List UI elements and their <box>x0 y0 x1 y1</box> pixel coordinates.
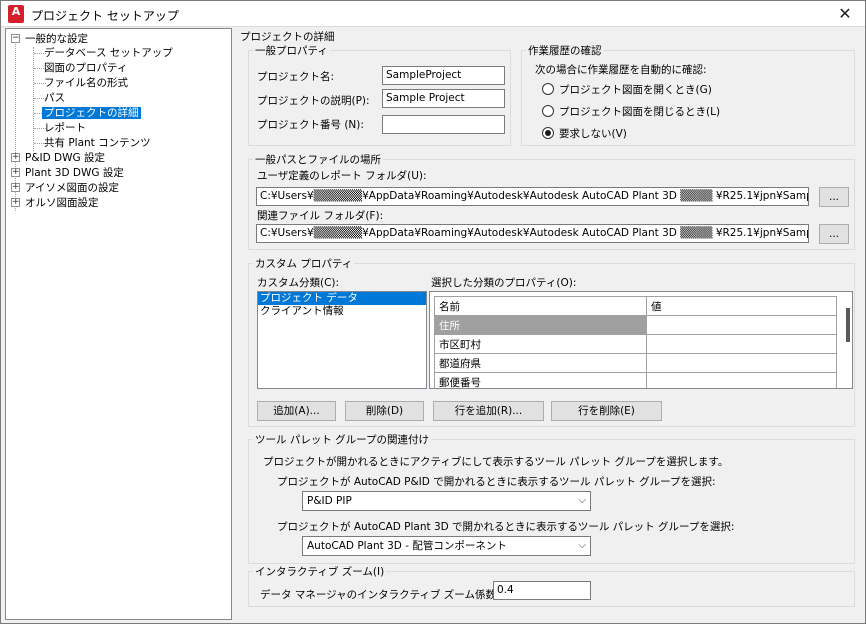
tree-node-pid-settings[interactable]: P&ID DWG 設定 <box>23 151 107 165</box>
project-number-label: プロジェクト番号 (N): <box>257 119 364 131</box>
close-icon[interactable]: ✕ <box>833 3 857 25</box>
autocad-app-icon: A <box>8 5 24 23</box>
tree-node-plant3d-settings[interactable]: Plant 3D DWG 設定 <box>23 166 126 180</box>
browse-report-folder-button[interactable]: ... <box>819 187 849 207</box>
table-row[interactable]: 都道府県 <box>434 353 647 373</box>
pid-palette-label: プロジェクトが AutoCAD P&ID で開かれるときに表示するツール パレッ… <box>277 476 716 488</box>
table-cell[interactable] <box>646 334 837 354</box>
tree-node-ortho-settings[interactable]: オルソ図面設定 <box>23 196 101 210</box>
add-row-button[interactable]: 行を追加(R)... <box>433 401 544 421</box>
list-item[interactable]: クライアント情報 <box>258 305 426 318</box>
delete-category-button[interactable]: 削除(D) <box>345 401 424 421</box>
group-title: カスタム プロパティ <box>253 256 355 271</box>
group-title: ツール パレット グループの関連付け <box>253 432 432 447</box>
table-row[interactable]: 市区町村 <box>434 334 647 354</box>
report-folder-label: ユーザ定義のレポート フォルダ(U): <box>257 170 427 182</box>
tree-node-reports[interactable]: レポート <box>42 121 88 135</box>
tree-node-iso-settings[interactable]: アイソメ図面の設定 <box>23 181 121 195</box>
project-description-label: プロジェクトの説明(P): <box>257 95 370 107</box>
project-name-label: プロジェクト名: <box>257 71 335 83</box>
table-row[interactable]: 郵便番号 <box>434 372 647 388</box>
custom-category-list[interactable]: プロジェクト データ クライアント情報 <box>257 291 427 389</box>
browse-related-folder-button[interactable]: ... <box>819 224 849 244</box>
history-prompt: 次の場合に作業履歴を自動的に確認: <box>535 64 707 76</box>
project-setup-window: A プロジェクト セットアップ ✕ − 一般的な設定 データベース セットアップ… <box>0 0 866 624</box>
selected-props-label: 選択した分類のプロパティ(O): <box>431 277 577 289</box>
project-name-field[interactable]: SampleProject <box>382 66 505 85</box>
tree-node-drawing-properties[interactable]: 図面のプロパティ <box>42 61 129 75</box>
title-bar: A プロジェクト セットアップ ✕ <box>1 1 865 27</box>
table-cell[interactable] <box>646 315 837 335</box>
expand-icon[interactable]: + <box>11 168 20 177</box>
custom-category-label: カスタム分類(C): <box>257 277 340 289</box>
related-folder-label: 関連ファイル フォルダ(F): <box>257 210 384 222</box>
expand-icon[interactable]: + <box>11 198 20 207</box>
tree-node-project-details[interactable]: プロジェクトの詳細 <box>42 106 141 120</box>
tree-node-database-setup[interactable]: データベース セットアップ <box>42 46 175 60</box>
table-cell[interactable] <box>646 372 837 388</box>
expand-icon[interactable]: + <box>11 153 20 162</box>
add-category-button[interactable]: 追加(A)... <box>257 401 336 421</box>
collapse-icon[interactable]: − <box>11 34 20 43</box>
tree-node-shared-content[interactable]: 共有 Plant コンテンツ <box>42 136 153 150</box>
group-title: 作業履歴の確認 <box>526 43 604 58</box>
table-cell[interactable] <box>646 353 837 373</box>
pid-palette-value: P&ID PIP <box>307 495 352 507</box>
chevron-down-icon[interactable]: ⌵ <box>578 492 586 510</box>
window-title: プロジェクト セットアップ <box>31 9 179 23</box>
report-folder-field[interactable]: C:¥Users¥▒▒▒▒▒▒¥AppData¥Roaming¥Autodesk… <box>256 187 809 206</box>
related-folder-field[interactable]: C:¥Users¥▒▒▒▒▒▒¥AppData¥Roaming¥Autodesk… <box>256 224 809 243</box>
plant-palette-label: プロジェクトが AutoCAD Plant 3D で開かれるときに表示するツール… <box>277 521 735 533</box>
group-title: インタラクティブ ズーム(I) <box>253 564 387 579</box>
grid-scrollbar[interactable] <box>846 308 850 342</box>
project-description-field[interactable]: Sample Project <box>382 89 505 108</box>
zoom-factor-field[interactable]: 0.4 <box>493 581 591 600</box>
col-value-header: 値 <box>646 296 837 316</box>
radio-never[interactable] <box>542 127 554 139</box>
radio-close-drawing-label[interactable]: プロジェクト図面を閉じるとき(L) <box>559 104 720 119</box>
plant-palette-select[interactable]: AutoCAD Plant 3D - 配管コンポーネント ⌵ <box>302 536 591 556</box>
group-title: 一般パスとファイルの場所 <box>253 152 383 167</box>
table-row[interactable]: 住所 <box>434 315 647 335</box>
properties-grid[interactable]: 名前 値 住所 市区町村 都道府県 郵便番号 <box>429 291 853 389</box>
expand-icon[interactable]: + <box>11 183 20 192</box>
palette-description: プロジェクトが開かれるときにアクティブにして表示するツール パレット グループを… <box>263 456 729 468</box>
pid-palette-select[interactable]: P&ID PIP ⌵ <box>302 491 591 511</box>
zoom-factor-label: データ マネージャのインタラクティブ ズーム係数(Z): <box>260 589 515 601</box>
chevron-down-icon[interactable]: ⌵ <box>578 537 586 555</box>
radio-open-drawing-label[interactable]: プロジェクト図面を開くとき(G) <box>559 82 712 97</box>
tree-node-general[interactable]: 一般的な設定 <box>23 32 90 46</box>
project-number-field[interactable] <box>382 115 505 134</box>
settings-tree[interactable]: − 一般的な設定 データベース セットアップ 図面のプロパティ ファイル名の形式… <box>5 28 232 620</box>
radio-close-drawing[interactable] <box>542 105 554 117</box>
group-title: 一般プロパティ <box>253 43 330 58</box>
section-title: プロジェクトの詳細 <box>240 31 335 43</box>
plant-palette-value: AutoCAD Plant 3D - 配管コンポーネント <box>307 540 507 552</box>
list-item[interactable]: プロジェクト データ <box>258 292 426 305</box>
radio-never-label[interactable]: 要求しない(V) <box>559 126 627 141</box>
tree-node-file-name-format[interactable]: ファイル名の形式 <box>42 76 130 90</box>
col-name-header: 名前 <box>434 296 647 316</box>
radio-open-drawing[interactable] <box>542 83 554 95</box>
tree-node-paths[interactable]: パス <box>42 91 67 105</box>
delete-row-button[interactable]: 行を削除(E) <box>551 401 662 421</box>
